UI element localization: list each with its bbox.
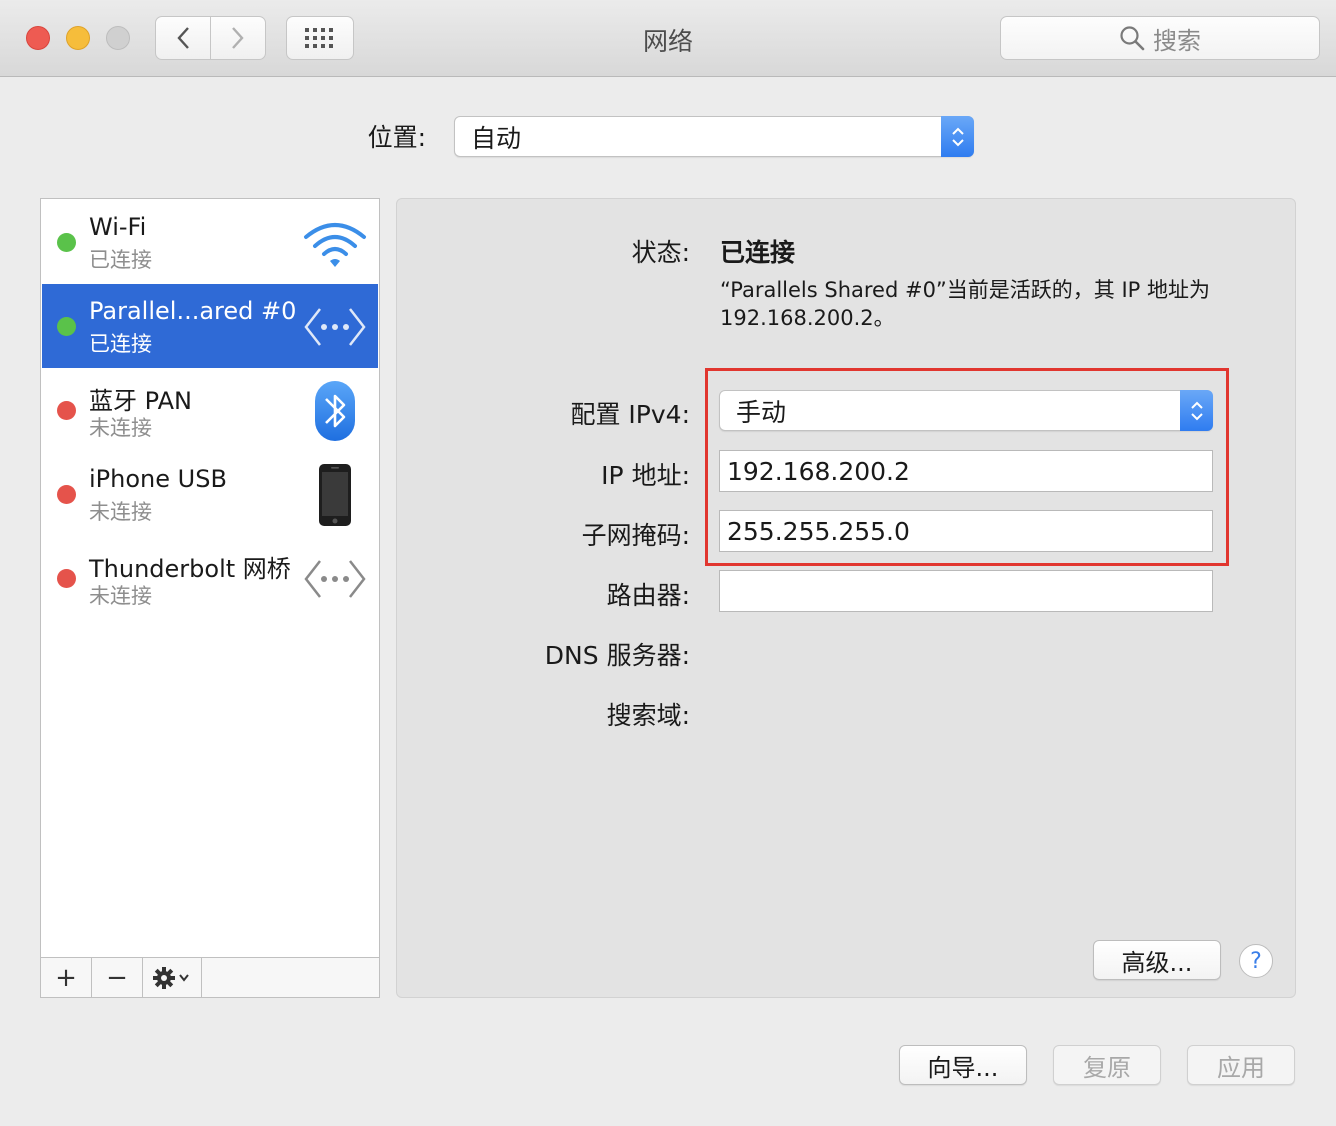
dns-server-label: DNS 服务器: bbox=[544, 641, 690, 670]
search-icon bbox=[1120, 26, 1145, 51]
location-label: 位置: bbox=[367, 123, 426, 152]
status-dot bbox=[57, 569, 76, 588]
router-field[interactable] bbox=[719, 570, 1213, 612]
service-item-bluetooth-pan[interactable]: 蓝牙 PAN 未连接 bbox=[42, 368, 378, 452]
revert-button[interactable]: 复原 bbox=[1053, 1045, 1161, 1085]
service-item-thunderbolt-bridge[interactable]: Thunderbolt 网桥 未连接 bbox=[42, 536, 378, 620]
ethernet-arrows-icon bbox=[302, 548, 368, 610]
status-label: 状态: bbox=[631, 238, 690, 267]
service-status: 未连接 bbox=[89, 500, 152, 524]
service-status: 未连接 bbox=[89, 416, 152, 440]
service-name: Wi-Fi bbox=[89, 213, 147, 241]
router-label: 路由器: bbox=[606, 581, 690, 610]
status-value: 已连接 bbox=[720, 238, 796, 267]
help-button[interactable]: ? bbox=[1239, 944, 1273, 978]
iphone-icon bbox=[302, 464, 368, 526]
status-dot bbox=[57, 317, 76, 336]
status-description: “Parallels Shared #0”当前是活跃的，其 IP 地址为 192… bbox=[720, 278, 1211, 330]
configure-ipv4-popup[interactable]: 手动 bbox=[719, 390, 1213, 431]
advanced-button[interactable]: 高级... bbox=[1093, 940, 1221, 980]
assist-button[interactable]: 向导... bbox=[899, 1045, 1027, 1085]
search-placeholder: 搜索 bbox=[1153, 26, 1201, 55]
status-dot bbox=[57, 401, 76, 420]
service-status: 未连接 bbox=[89, 584, 152, 608]
subnet-mask-label: 子网掩码: bbox=[581, 521, 690, 550]
search-domain-label: 搜索域: bbox=[606, 701, 690, 730]
gear-icon bbox=[153, 966, 189, 989]
action-menu-button[interactable] bbox=[143, 958, 202, 997]
location-value: 自动 bbox=[471, 123, 522, 153]
service-name: 蓝牙 PAN bbox=[89, 387, 192, 415]
service-name: iPhone USB bbox=[89, 465, 227, 493]
apply-button[interactable]: 应用 bbox=[1187, 1045, 1295, 1085]
configure-ipv4-label: 配置 IPv4: bbox=[570, 400, 690, 429]
subnet-mask-field[interactable]: 255.255.255.0 bbox=[719, 510, 1213, 552]
ip-address-field[interactable]: 192.168.200.2 bbox=[719, 450, 1213, 492]
bluetooth-icon bbox=[302, 380, 368, 442]
service-status: 已连接 bbox=[89, 332, 152, 356]
remove-service-button[interactable]: − bbox=[92, 958, 143, 997]
service-name: Parallel...ared #0 bbox=[89, 297, 297, 325]
service-item-wifi[interactable]: Wi-Fi 已连接 bbox=[42, 200, 378, 284]
location-popup[interactable]: 自动 bbox=[454, 116, 974, 157]
search-field[interactable]: 搜索 bbox=[1000, 16, 1320, 60]
service-list-toolbar: + − bbox=[40, 957, 380, 998]
status-dot bbox=[57, 233, 76, 252]
status-dot bbox=[57, 485, 76, 504]
service-status: 已连接 bbox=[89, 248, 152, 272]
service-item-parallels-shared[interactable]: Parallel...ared #0 已连接 bbox=[42, 284, 378, 368]
updown-arrows-icon bbox=[941, 116, 974, 157]
ip-address-label: IP 地址: bbox=[601, 461, 690, 490]
updown-arrows-icon bbox=[1180, 390, 1213, 431]
ethernet-arrows-icon bbox=[302, 296, 368, 358]
service-list[interactable]: Wi-Fi 已连接 Parallel...ared #0 已连接 蓝牙 PAN … bbox=[40, 198, 380, 998]
add-service-button[interactable]: + bbox=[41, 958, 92, 997]
wifi-icon bbox=[302, 212, 368, 274]
configure-ipv4-value: 手动 bbox=[736, 397, 787, 427]
service-name: Thunderbolt 网桥 bbox=[89, 555, 291, 583]
service-item-iphone-usb[interactable]: iPhone USB 未连接 bbox=[42, 452, 378, 536]
